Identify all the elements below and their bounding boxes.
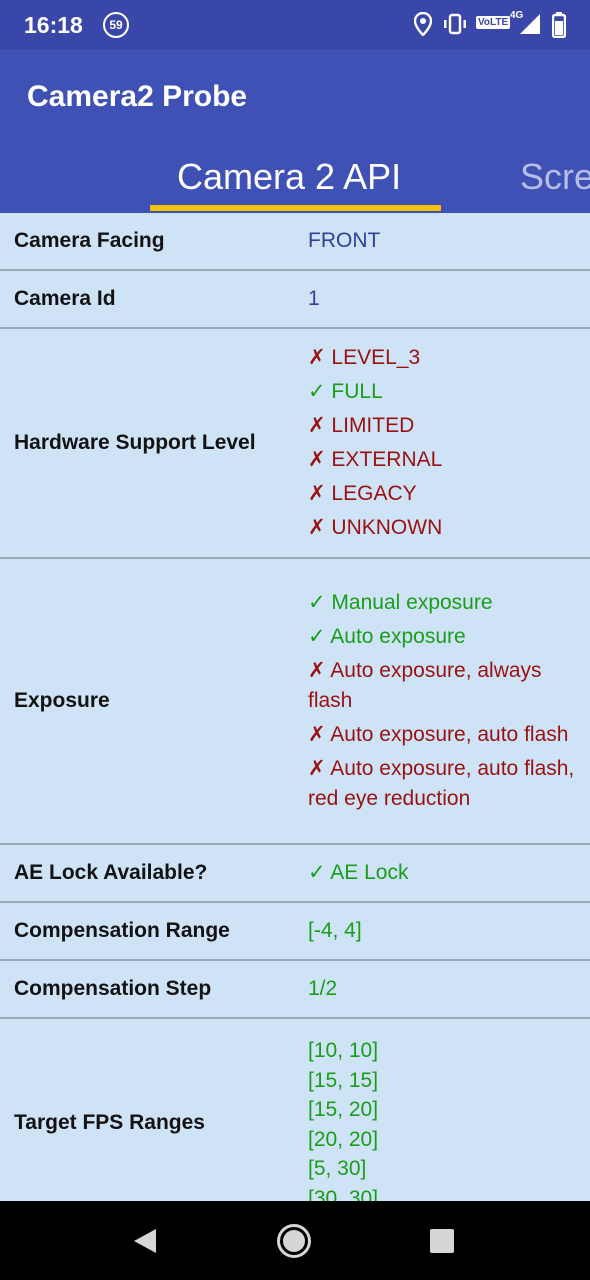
property-label: Exposure — [14, 689, 110, 712]
property-value: [-4, 4] — [308, 919, 362, 942]
navigation-bar — [0, 1201, 590, 1280]
battery-icon — [552, 12, 566, 38]
tab-screen[interactable]: Scre — [520, 156, 590, 198]
recents-icon[interactable] — [429, 1228, 455, 1254]
signal-strength-icon — [520, 14, 540, 34]
property-values: ✓ AE Lock — [308, 858, 578, 888]
property-value: ✗ Auto exposure, always flash — [308, 659, 542, 712]
property-row-hardware-support-level: Hardware Support Level ✗ LEVEL_3 ✓ FULL … — [0, 329, 590, 559]
vibrate-icon — [444, 13, 466, 35]
property-value: ✓ FULL — [308, 380, 383, 403]
status-time: 16:18 — [24, 12, 83, 38]
volte-icon: VoLTE — [476, 16, 511, 29]
property-value: [15, 15] — [308, 1068, 379, 1092]
property-row-target-fps-ranges: Target FPS Ranges [10, 10] [15, 15] [15,… — [0, 1019, 590, 1201]
property-label: Camera Id — [14, 287, 116, 310]
property-value: [5, 30] — [308, 1157, 367, 1180]
home-icon[interactable] — [276, 1223, 312, 1259]
tab-bar: Camera 2 API Scre — [0, 142, 590, 213]
property-row-camera-facing: Camera Facing FRONT — [0, 213, 590, 271]
back-icon[interactable] — [131, 1227, 159, 1255]
property-value: [15, 20] — [308, 1098, 379, 1121]
status-icons: VoLTE 4G — [414, 10, 574, 38]
property-row-exposure: Exposure ✓ Manual exposure ✓ Auto exposu… — [0, 559, 590, 845]
camera-properties-list[interactable]: Camera Facing FRONT Camera Id 1 Hardware… — [0, 213, 590, 1201]
property-values: ✓ Manual exposure ✓ Auto exposure ✗ Auto… — [308, 588, 578, 814]
property-value: [10, 10] — [308, 1039, 379, 1062]
property-values: 1/2 — [308, 974, 578, 1004]
property-value: [20, 20] — [308, 1127, 379, 1151]
location-icon — [414, 12, 432, 36]
property-value: ✓ AE Lock — [308, 861, 409, 884]
property-value: ✗ EXTERNAL — [308, 448, 443, 471]
property-values: FRONT — [308, 226, 578, 256]
property-value: ✗ UNKNOWN — [308, 516, 443, 539]
property-value: 1 — [308, 287, 320, 310]
property-row-compensation-step: Compensation Step 1/2 — [0, 961, 590, 1019]
property-value: ✗ LIMITED — [308, 414, 415, 437]
property-values: ✗ LEVEL_3 ✓ FULL ✗ LIMITED ✗ EXTERNAL ✗ … — [308, 343, 578, 543]
tab-indicator — [150, 205, 441, 211]
property-row-ae-lock: AE Lock Available? ✓ AE Lock — [0, 845, 590, 903]
property-values: [-4, 4] — [308, 916, 578, 946]
property-value: ✓ Auto exposure — [308, 625, 466, 648]
property-value: ✓ Manual exposure — [308, 591, 493, 614]
property-row-compensation-range: Compensation Range [-4, 4] — [0, 903, 590, 961]
property-value: ✗ Auto exposure, auto flash — [308, 723, 569, 746]
app-title: Camera2 Probe — [27, 80, 248, 113]
property-label: Target FPS Ranges — [14, 1111, 205, 1134]
property-value: ✗ LEGACY — [308, 482, 417, 505]
tab-camera2-api[interactable]: Camera 2 API — [177, 156, 401, 198]
property-value: 1/2 — [308, 977, 338, 1000]
property-value: ✗ Auto exposure, auto flash, red eye red… — [308, 757, 575, 810]
property-value: ✗ LEVEL_3 — [308, 346, 421, 369]
property-value: [30, 30] — [308, 1186, 379, 1202]
notification-count-badge: 59 — [103, 12, 129, 38]
property-values: 1 — [308, 284, 578, 314]
property-label: Compensation Range — [14, 919, 230, 942]
property-label: Compensation Step — [14, 977, 212, 1000]
app-bar: Camera2 Probe — [0, 50, 590, 142]
property-label: Hardware Support Level — [14, 431, 256, 454]
property-label: AE Lock Available? — [14, 861, 208, 884]
property-value: FRONT — [308, 229, 381, 252]
property-values: [10, 10] [15, 15] [15, 20] [20, 20] [5, … — [308, 1019, 578, 1201]
property-row-camera-id: Camera Id 1 — [0, 271, 590, 329]
status-bar: 16:18 59 VoLTE 4G — [0, 0, 590, 50]
property-label: Camera Facing — [14, 229, 165, 252]
